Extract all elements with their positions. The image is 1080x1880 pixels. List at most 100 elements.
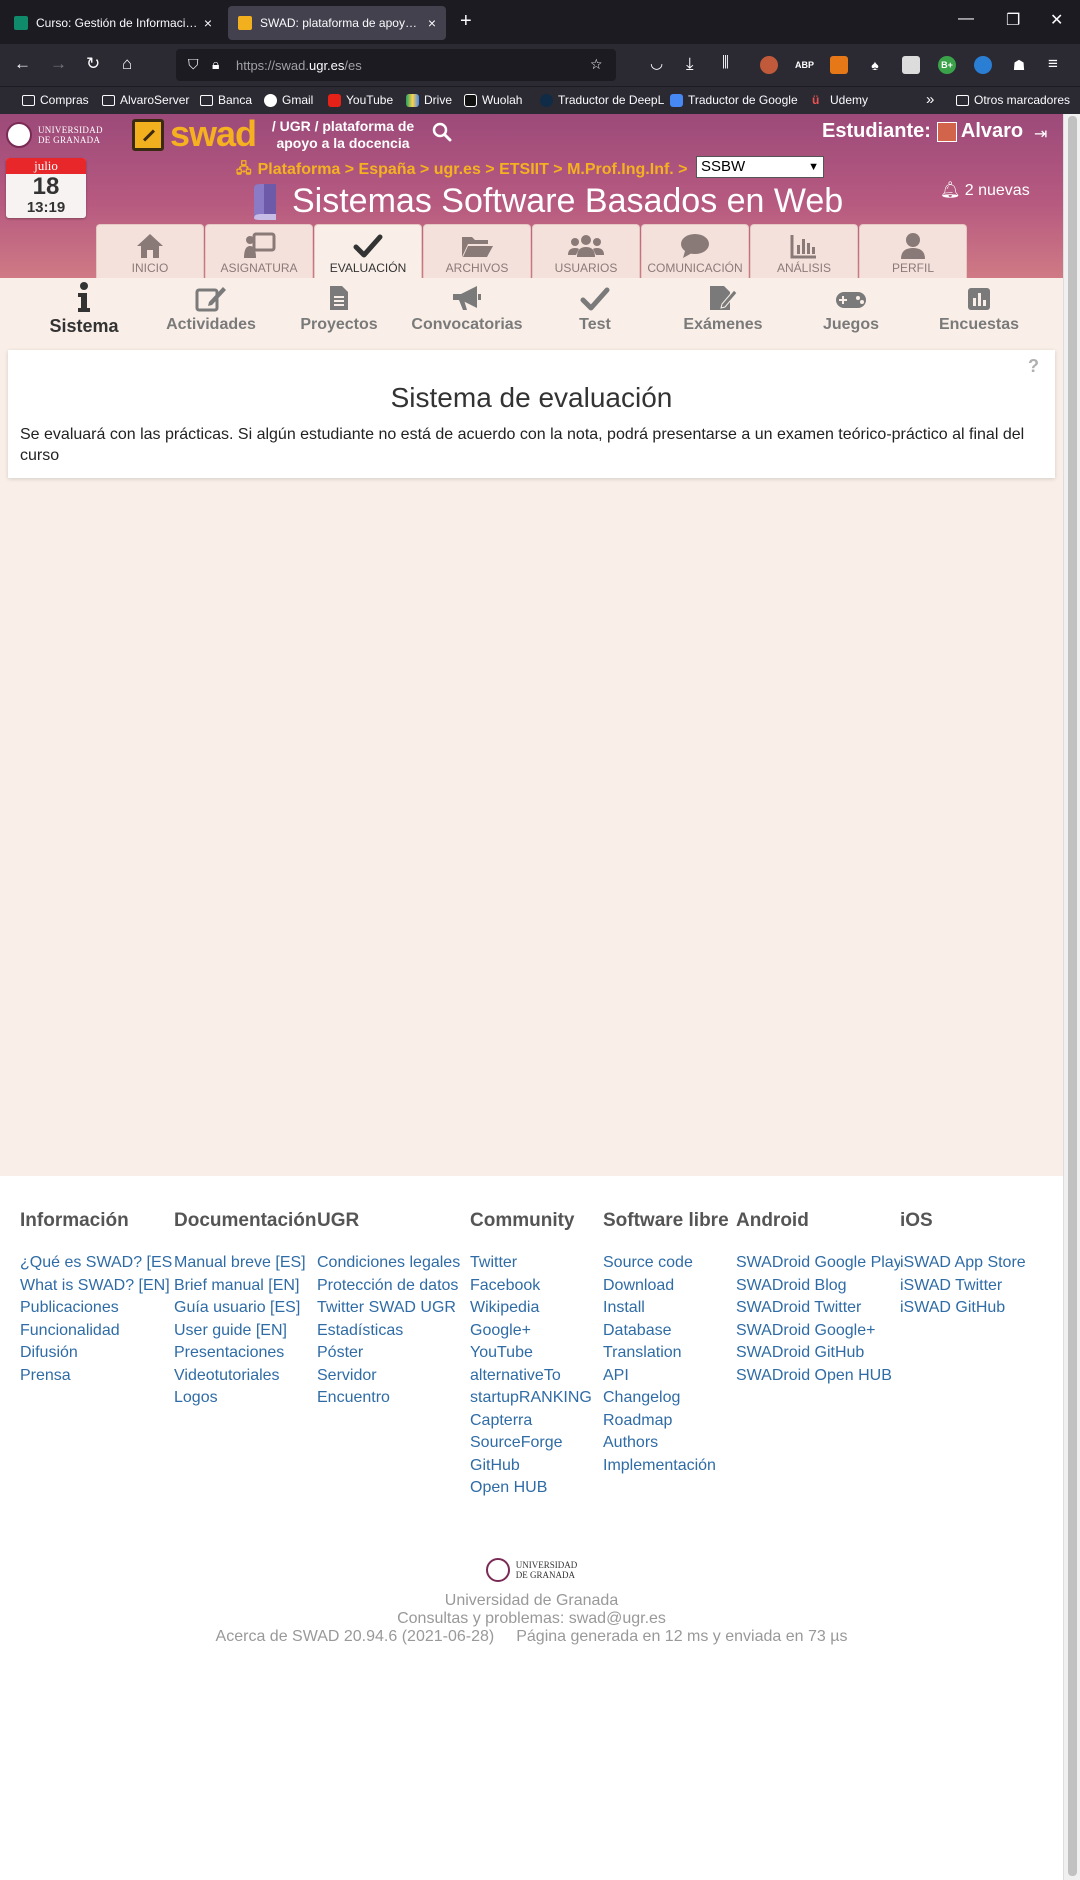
footer-link[interactable]: startupRANKING: [470, 1387, 592, 1410]
tab-asignatura[interactable]: ASIGNATURA: [205, 224, 313, 278]
breadcrumb-text[interactable]: Plataforma > España > ugr.es > ETSIIT > …: [258, 161, 688, 179]
footer-link[interactable]: SWADroid Twitter: [736, 1297, 900, 1320]
footer-link[interactable]: SWADroid Google Play: [736, 1252, 900, 1275]
footer-link[interactable]: API: [603, 1365, 729, 1388]
footer-link[interactable]: Twitter SWAD UGR: [317, 1297, 460, 1320]
menu-icon[interactable]: ≡: [1048, 54, 1058, 74]
notifications[interactable]: 🔔︎ 2 nuevas: [940, 180, 1030, 200]
scrollbar[interactable]: [1063, 114, 1080, 1880]
bookmark-youtube[interactable]: YouTube: [328, 93, 393, 107]
tab-inicio[interactable]: INICIO: [96, 224, 204, 278]
scrollbar-thumb[interactable]: [1068, 116, 1077, 1876]
footer-link[interactable]: SWADroid Google+: [736, 1320, 900, 1343]
footer-link[interactable]: User guide [EN]: [174, 1320, 317, 1343]
url-bar[interactable]: ⛉ 🔒︎ https://swad.ugr.es/es ☆: [176, 49, 616, 81]
footer-link[interactable]: Implementación: [603, 1455, 729, 1478]
bookmark-wuolah[interactable]: Wuolah: [464, 93, 522, 107]
extension-icon[interactable]: ☗: [1010, 56, 1028, 74]
ugr-logo[interactable]: UNIVERSIDAD DE GRANADA: [6, 120, 124, 150]
footer-link[interactable]: SWADroid GitHub: [736, 1342, 900, 1365]
browser-tab[interactable]: Curso: Gestión de Información ×: [4, 6, 222, 40]
subtab-proyectos[interactable]: Proyectos: [275, 282, 403, 334]
library-icon[interactable]: ⫼: [722, 54, 729, 71]
footer-link[interactable]: Authors: [603, 1432, 729, 1455]
tab-evaluacion[interactable]: EVALUACIÓN: [314, 224, 422, 280]
footer-link[interactable]: Guía usuario [ES]: [174, 1297, 317, 1320]
breadcrumb[interactable]: 🖧︎ Plataforma > España > ugr.es > ETSIIT…: [236, 158, 688, 182]
footer-link[interactable]: Logos: [174, 1387, 317, 1410]
footer-link[interactable]: Difusión: [20, 1342, 172, 1365]
footer-link[interactable]: Changelog: [603, 1387, 729, 1410]
shield-icon[interactable]: ⛉: [188, 56, 199, 73]
footer-link[interactable]: Póster: [317, 1342, 460, 1365]
footer-link[interactable]: Roadmap: [603, 1410, 729, 1433]
lock-icon[interactable]: 🔒︎: [212, 56, 219, 73]
about-swad-link[interactable]: Acerca de SWAD 20.94.6 (2021-06-28): [216, 1628, 495, 1645]
extension-icon[interactable]: [974, 56, 992, 74]
extension-icon[interactable]: [902, 56, 920, 74]
subtab-convocatorias[interactable]: Convocatorias: [403, 282, 531, 334]
footer-link[interactable]: iSWAD App Store: [900, 1252, 1026, 1275]
home-icon[interactable]: ⌂: [122, 54, 132, 74]
footer-link[interactable]: Publicaciones: [20, 1297, 172, 1320]
footer-link[interactable]: Facebook: [470, 1275, 592, 1298]
footer-link[interactable]: Prensa: [20, 1365, 172, 1388]
back-icon[interactable]: ←: [14, 54, 31, 74]
footer-link[interactable]: Brief manual [EN]: [174, 1275, 317, 1298]
subtab-sistema[interactable]: Sistema: [20, 282, 148, 337]
browser-tab-active[interactable]: SWAD: plataforma de apoyo a la ×: [228, 6, 446, 40]
tab-analisis[interactable]: ANÁLISIS: [750, 224, 858, 278]
tab-archivos[interactable]: ARCHIVOS: [423, 224, 531, 278]
footer-link[interactable]: Capterra: [470, 1410, 592, 1433]
footer-link[interactable]: Condiciones legales: [317, 1252, 460, 1275]
extension-icon[interactable]: [830, 56, 848, 74]
footer-link[interactable]: Videotutoriales: [174, 1365, 317, 1388]
footer-link[interactable]: Source code: [603, 1252, 729, 1275]
subtab-encuestas[interactable]: Encuestas: [915, 282, 1043, 334]
footer-link[interactable]: SourceForge: [470, 1432, 592, 1455]
footer-link[interactable]: Twitter: [470, 1252, 592, 1275]
bookmark-drive[interactable]: Drive: [406, 93, 452, 107]
footer-link[interactable]: Servidor: [317, 1365, 460, 1388]
forward-icon[interactable]: →: [50, 54, 67, 74]
footer-link[interactable]: SWADroid Blog: [736, 1275, 900, 1298]
calendar[interactable]: julio 18 13:19: [6, 158, 86, 218]
footer-link[interactable]: Translation: [603, 1342, 729, 1365]
pocket-icon[interactable]: ◡: [650, 54, 663, 72]
restore-icon[interactable]: ❐: [1006, 10, 1020, 30]
footer-link[interactable]: What is SWAD? [EN]: [20, 1275, 172, 1298]
subtab-test[interactable]: Test: [531, 282, 659, 334]
help-icon[interactable]: ?: [1028, 356, 1039, 377]
close-tab-icon[interactable]: ×: [428, 15, 436, 31]
extension-icon[interactable]: B+: [938, 56, 956, 74]
bookmark-compras[interactable]: Compras: [22, 93, 89, 107]
footer-link[interactable]: YouTube: [470, 1342, 592, 1365]
bookmark-banca[interactable]: Banca: [200, 93, 252, 107]
bookmark-udemy[interactable]: ü Udemy: [812, 93, 868, 107]
footer-link[interactable]: SWADroid Open HUB: [736, 1365, 900, 1388]
footer-link[interactable]: Install: [603, 1297, 729, 1320]
footer-link[interactable]: iSWAD Twitter: [900, 1275, 1026, 1298]
download-icon[interactable]: ⤓: [686, 54, 694, 74]
tab-usuarios[interactable]: USUARIOS: [532, 224, 640, 278]
course-select[interactable]: SSBW ▼: [696, 156, 824, 178]
subtab-actividades[interactable]: Actividades: [147, 282, 275, 334]
tab-perfil[interactable]: PERFIL: [859, 224, 967, 278]
minimize-icon[interactable]: —: [958, 10, 974, 28]
footer-link[interactable]: GitHub: [470, 1455, 592, 1478]
footer-link[interactable]: Estadísticas: [317, 1320, 460, 1343]
footer-link[interactable]: Presentaciones: [174, 1342, 317, 1365]
close-tab-icon[interactable]: ×: [204, 15, 212, 31]
bookmark-star-icon[interactable]: ☆: [590, 56, 603, 73]
user-info[interactable]: Estudiante: Alvaro: [822, 120, 1023, 143]
footer-link[interactable]: Download: [603, 1275, 729, 1298]
footer-link[interactable]: Wikipedia: [470, 1297, 592, 1320]
subtab-juegos[interactable]: Juegos: [787, 282, 915, 334]
subtab-examenes[interactable]: Exámenes: [659, 282, 787, 334]
search-icon[interactable]: [432, 122, 452, 142]
bookmark-gmail[interactable]: Gmail: [264, 93, 313, 107]
ugr-footer-logo[interactable]: UNIVERSIDAD DE GRANADA: [485, 1558, 577, 1582]
footer-link[interactable]: ¿Qué es SWAD? [ES]: [20, 1252, 172, 1275]
bookmark-alvaroserver[interactable]: AlvaroServer: [102, 93, 189, 107]
more-bookmarks-icon[interactable]: »: [926, 91, 934, 108]
